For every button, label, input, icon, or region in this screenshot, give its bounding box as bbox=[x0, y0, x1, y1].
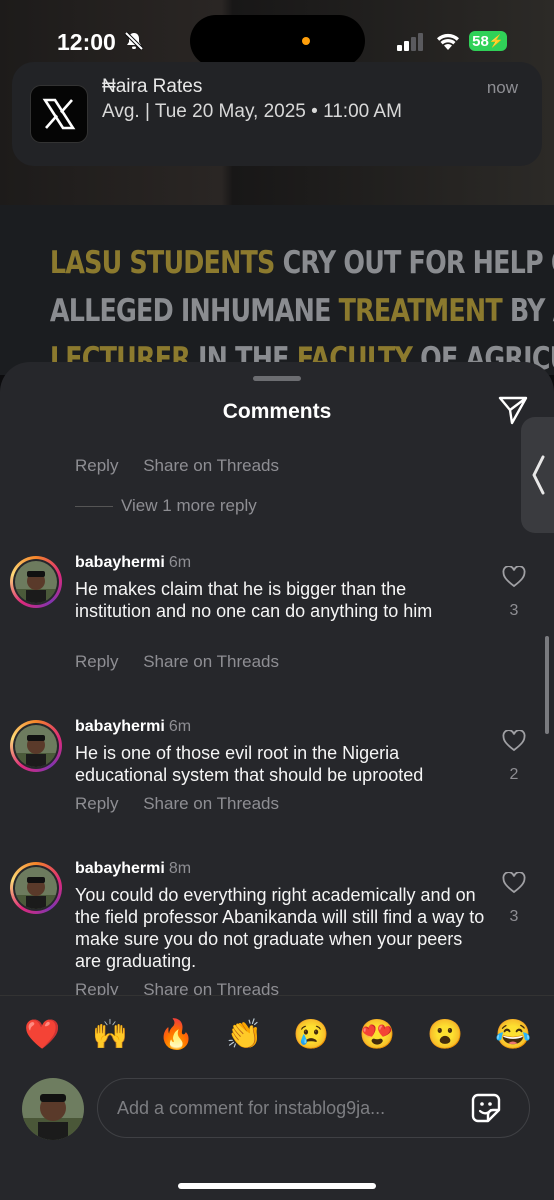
comment-username[interactable]: babayhermi 6m bbox=[75, 718, 191, 736]
reply-button[interactable]: Reply bbox=[75, 456, 118, 475]
heart-icon[interactable] bbox=[502, 730, 526, 752]
truncated-comment-text bbox=[75, 440, 80, 451]
share-on-threads-button[interactable]: Share on Threads bbox=[143, 980, 279, 995]
headline-segment: LASU STUDENTS bbox=[49, 245, 276, 281]
wifi-icon bbox=[437, 33, 459, 50]
headline-segment: ALLEGED INHUMANE bbox=[49, 293, 339, 329]
notification-banner[interactable]: ₦aira Rates Avg. | Tue 20 May, 2025 • 11… bbox=[12, 62, 542, 166]
notification-time: now bbox=[486, 78, 518, 97]
share-on-threads-button[interactable]: Share on Threads bbox=[143, 456, 279, 475]
notification-body: Avg. | Tue 20 May, 2025 • 11:00 AM bbox=[102, 101, 402, 122]
home-indicator[interactable] bbox=[178, 1183, 376, 1189]
avatar bbox=[15, 867, 57, 909]
cellular-signal-icon bbox=[397, 33, 423, 51]
comment-username[interactable]: babayhermi 6m bbox=[75, 554, 191, 572]
avatar bbox=[15, 561, 57, 603]
chevron-left-icon bbox=[532, 455, 545, 495]
x-logo-icon bbox=[30, 85, 88, 143]
comment-actions: Reply Share on Threads bbox=[75, 980, 299, 995]
avatar bbox=[22, 1078, 84, 1140]
avatar bbox=[15, 725, 57, 767]
headline-segment: TREATMENT bbox=[338, 293, 503, 329]
headline-line-1: LASU STUDENTS CRY OUT FOR HELP OVER bbox=[49, 245, 554, 281]
comment-input-field[interactable] bbox=[97, 1078, 530, 1138]
like-count: 3 bbox=[509, 602, 519, 619]
replies-divider-line bbox=[75, 505, 113, 507]
comment-time: 6m bbox=[168, 554, 192, 571]
emoji-surprised[interactable]: 😮 bbox=[427, 1018, 463, 1052]
like-count: 3 bbox=[509, 908, 519, 925]
share-on-threads-button[interactable]: Share on Threads bbox=[143, 794, 279, 813]
headline-line-2: ALLEGED INHUMANE TREATMENT BY A bbox=[49, 293, 554, 329]
username-text: babayhermi bbox=[75, 860, 165, 877]
comment-username[interactable]: babayhermi 8m bbox=[75, 860, 191, 878]
emoji-heart[interactable]: ❤️ bbox=[24, 1018, 60, 1052]
like-count: 2 bbox=[509, 766, 519, 783]
comment-text: You could do everything right academical… bbox=[75, 885, 485, 971]
notification-title: ₦aira Rates bbox=[102, 76, 203, 97]
username-text: babayhermi bbox=[75, 554, 165, 571]
post-headline-area: LASU STUDENTS CRY OUT FOR HELP OVER ALLE… bbox=[0, 205, 554, 375]
emoji-raised-hands[interactable]: 🙌 bbox=[92, 1018, 128, 1052]
avatar-story-ring[interactable] bbox=[10, 720, 62, 772]
comment-actions: Reply Share on Threads bbox=[75, 652, 299, 672]
battery-indicator: 58 ⚡ bbox=[469, 31, 507, 51]
status-bar: 12:00 58 ⚡ bbox=[0, 0, 554, 70]
view-more-label: View 1 more reply bbox=[121, 496, 257, 515]
emoji-laughing[interactable]: 😂 bbox=[495, 1018, 531, 1052]
sticker-icon[interactable] bbox=[470, 1092, 502, 1124]
comment-composer bbox=[0, 1066, 554, 1200]
side-panel-handle[interactable] bbox=[521, 417, 554, 533]
scrollbar[interactable] bbox=[545, 636, 549, 734]
comment-time: 8m bbox=[168, 860, 192, 877]
avatar-story-ring[interactable] bbox=[10, 862, 62, 914]
comment-input[interactable] bbox=[115, 1096, 459, 1120]
comment-text: He makes claim that he is bigger than th… bbox=[75, 579, 433, 621]
reply-button[interactable]: Reply bbox=[75, 794, 118, 813]
reply-button[interactable]: Reply bbox=[75, 652, 118, 671]
reply-button[interactable]: Reply bbox=[75, 980, 118, 995]
comment-time: 6m bbox=[168, 718, 192, 735]
bell-slash-icon bbox=[124, 31, 144, 51]
headline-segment: CRY OUT FOR HELP OVER bbox=[282, 245, 554, 281]
avatar-story-ring[interactable] bbox=[10, 556, 62, 608]
view-more-replies-button[interactable]: View 1 more reply bbox=[75, 496, 257, 516]
comment-text: He is one of those evil root in the Nige… bbox=[75, 743, 424, 785]
dynamic-island bbox=[190, 15, 365, 67]
clock: 12:00 bbox=[57, 29, 116, 55]
heart-icon[interactable] bbox=[502, 566, 526, 588]
headline-segment: BY A bbox=[509, 293, 554, 329]
emoji-fire[interactable]: 🔥 bbox=[158, 1018, 194, 1052]
battery-level: 58 bbox=[472, 32, 489, 50]
emoji-crying[interactable]: 😢 bbox=[293, 1018, 329, 1052]
comment-actions: Reply Share on Threads bbox=[75, 456, 299, 476]
sheet-title: Comments bbox=[222, 400, 332, 423]
emoji-clapping[interactable]: 👏 bbox=[226, 1018, 262, 1052]
comment-actions: Reply Share on Threads bbox=[75, 794, 299, 814]
heart-icon[interactable] bbox=[502, 872, 526, 894]
username-text: babayhermi bbox=[75, 718, 165, 735]
emoji-heart-eyes[interactable]: 😍 bbox=[359, 1018, 395, 1052]
privacy-indicator-dot bbox=[302, 37, 310, 45]
sheet-grabber[interactable] bbox=[253, 376, 301, 381]
emoji-reaction-bar: ❤️ 🙌 🔥 👏 😢 😍 😮 😂 bbox=[0, 995, 554, 1066]
share-on-threads-button[interactable]: Share on Threads bbox=[143, 652, 279, 671]
comments-list[interactable]: Reply Share on Threads View 1 more reply… bbox=[0, 440, 554, 995]
